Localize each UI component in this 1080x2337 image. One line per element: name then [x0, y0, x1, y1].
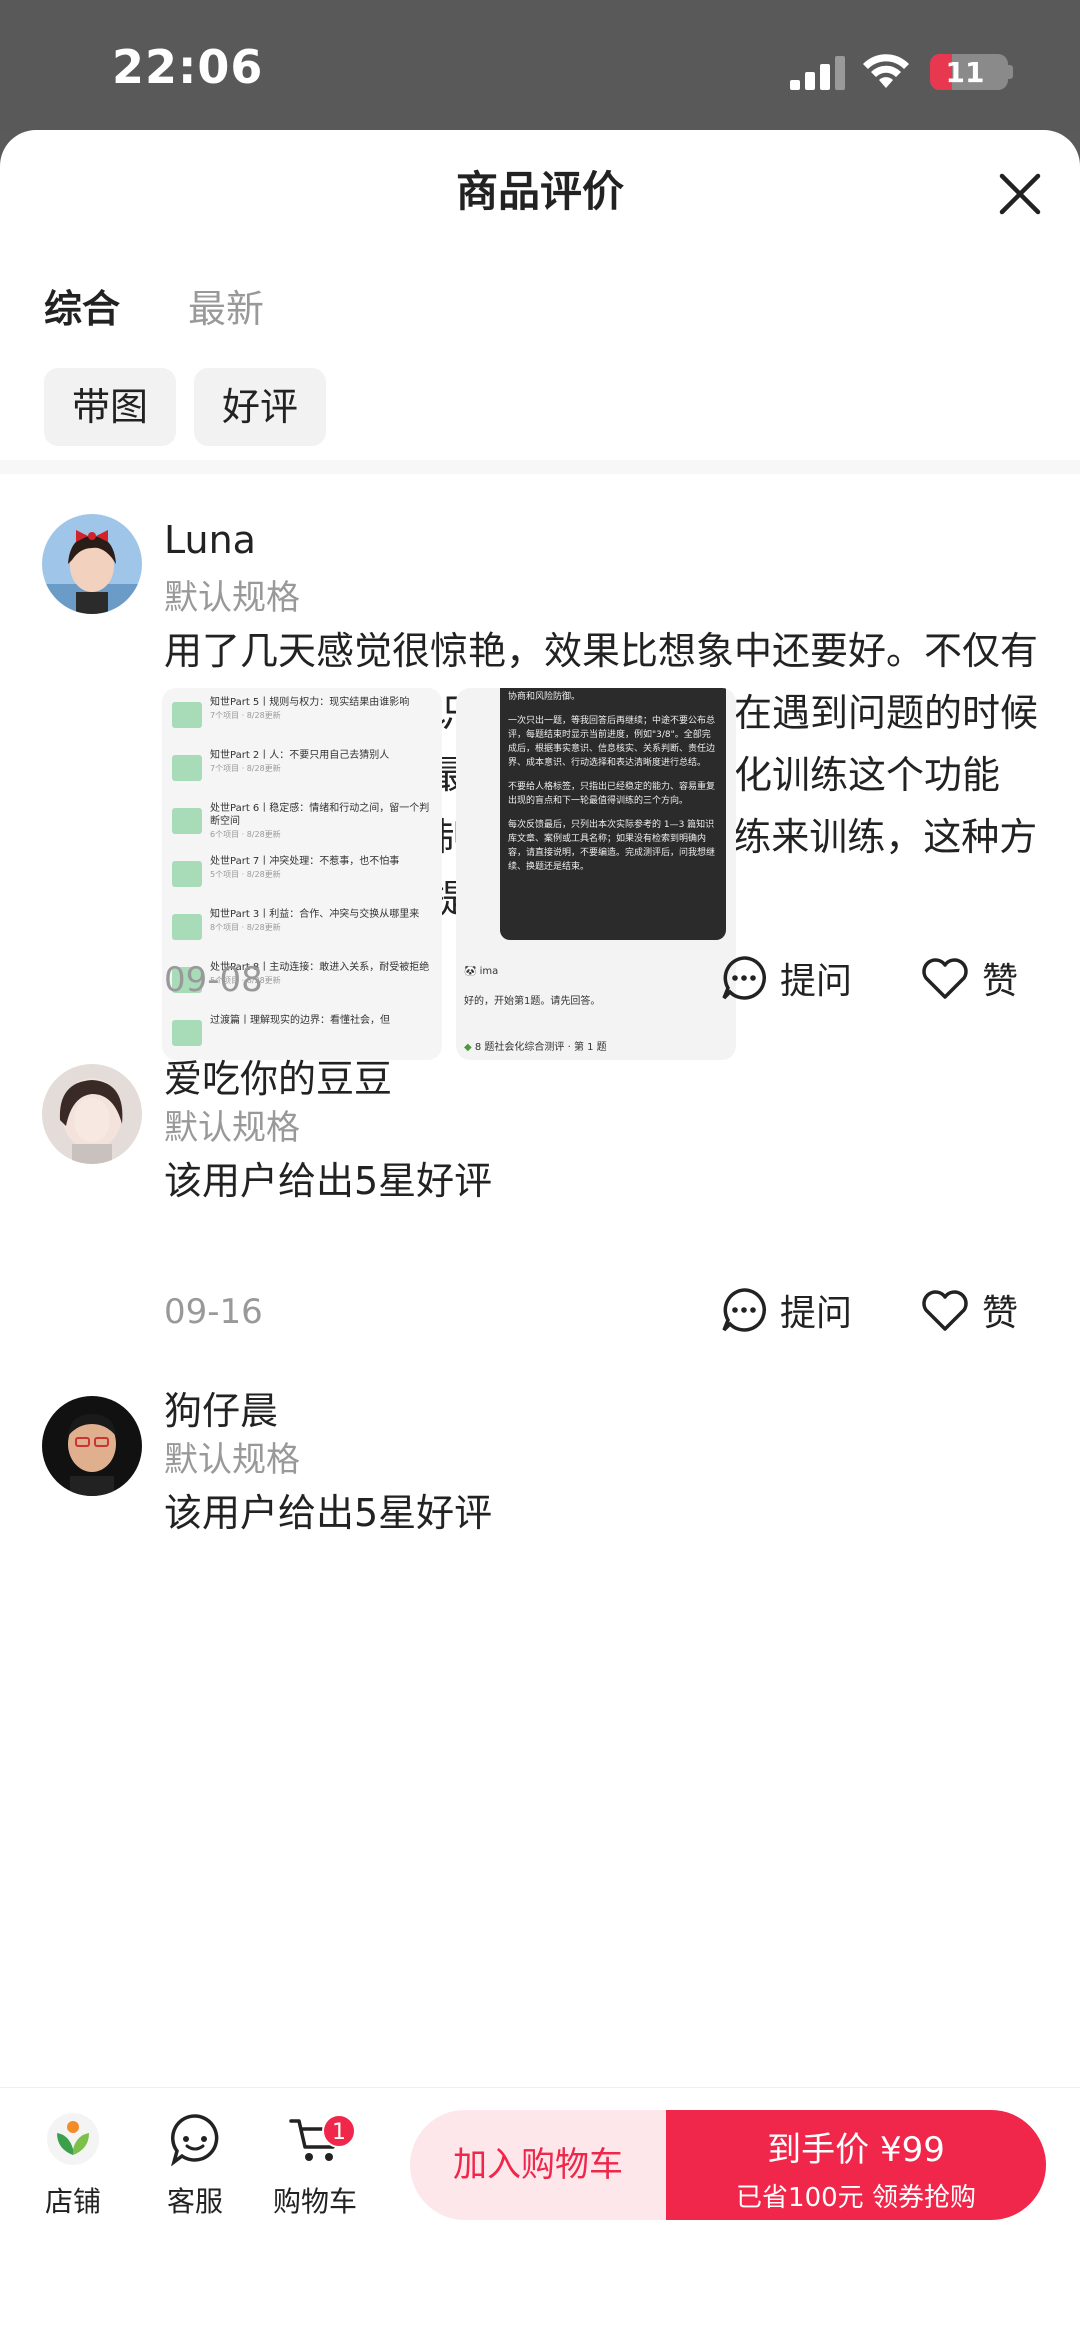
coupon-hint: 已省100元 领券抢购: [736, 2183, 976, 2213]
chat-text-p2: 不要给人格标签，只指出已经稳定的能力、容易重复出现的盲点和下一轮最值得训练的三个…: [508, 782, 716, 806]
folder-meta: 7个项目 · 8/28更新: [210, 711, 281, 720]
bot-name: ima: [479, 966, 499, 977]
close-icon[interactable]: [992, 166, 1048, 222]
cart-badge: 1: [322, 2114, 356, 2148]
customer-service-button[interactable]: 客服: [140, 2108, 250, 2220]
status-bar: 22:06 11: [0, 0, 1080, 130]
ask-label: 提问: [780, 961, 853, 1002]
chat-text-p1: 一次只出一题，等我回答后再继续；中途不要公布总评，每题结束时显示当前进度，例如"…: [508, 716, 716, 768]
status-time: 22:06: [112, 40, 264, 94]
bot-icon: 🐼: [464, 966, 477, 977]
final-price: 到手价 ¥99: [767, 2130, 945, 2170]
product-spec: 默认规格: [164, 578, 300, 618]
review-text: 该用户给出5星好评: [164, 1159, 493, 1203]
filter-positive[interactable]: 好评: [194, 368, 326, 446]
page-title: 商品评价: [455, 167, 624, 216]
folder-meta: 5个项目 · 8/28更新: [210, 870, 281, 879]
folder-row: 知世Part 2丨人：不要只用自己去猜别人 7个项目 · 8/28更新: [172, 749, 432, 799]
filter-with-images[interactable]: 带图: [44, 368, 176, 446]
bot-reply: 好的，开始第1题。请先回答。: [464, 996, 601, 1007]
folder-title: 过渡篇丨理解现实的边界：看懂社会，但: [210, 1015, 390, 1026]
wifi-icon: [863, 54, 909, 88]
folder-icon: [172, 755, 202, 781]
folder-icon: [172, 1020, 202, 1046]
folder-icon: [172, 702, 202, 728]
folder-row: 知世Part 3丨利益：合作、冲突与交换从哪里来 8个项目 · 8/28更新: [172, 908, 432, 958]
username: 爱吃你的豆豆: [164, 1057, 393, 1101]
cart-button[interactable]: 购物车 1: [260, 2108, 370, 2220]
folder-row: 处世Part 7丨冲突处理：不惹事，也不怕事 5个项目 · 8/28更新: [172, 855, 432, 905]
like-label: 赞: [982, 961, 1019, 1002]
chat-bubble-icon: [722, 956, 767, 1000]
like-button[interactable]: 赞: [920, 1284, 1018, 1336]
folder-title: 知世Part 3丨利益：合作、冲突与交换从哪里来: [210, 909, 420, 920]
folder-row: 知世Part 5丨规则与权力：现实结果由谁影响 7个项目 · 8/28更新: [172, 696, 432, 746]
chat-bubble-icon: [722, 1288, 767, 1332]
review-date: 09-16: [164, 1292, 263, 1332]
buy-now-button[interactable]: 到手价 ¥99 已省100元 领券抢购: [666, 2110, 1046, 2220]
reviews-sheet: 商品评价 综合 最新 带图 好评 Luna 默认规格 用了几天感觉很惊艳，效果比…: [0, 130, 1080, 2337]
like-button[interactable]: 赞: [920, 952, 1018, 1004]
store-label: 店铺: [44, 2185, 101, 2218]
ask-label: 提问: [780, 1293, 853, 1334]
cart-label: 购物车: [272, 2185, 357, 2218]
folder-title: 处世Part 7丨冲突处理：不惹事，也不怕事: [210, 856, 400, 867]
service-label: 客服: [166, 2185, 223, 2218]
chat-footer: 8 题社会化综合测评 · 第 1 题: [474, 1042, 607, 1053]
product-spec: 默认规格: [164, 1108, 300, 1148]
bottom-action-bar: 店铺 客服 购物车 1 加入购物车 到手价 ¥99 已省100元 领券抢购: [0, 2087, 1080, 2337]
username: 狗仔晨: [164, 1389, 279, 1433]
divider: [0, 460, 1080, 474]
review-text: 该用户给出5星好评: [164, 1491, 493, 1535]
battery-icon: 11: [930, 54, 1008, 90]
avatar[interactable]: [42, 514, 142, 614]
heart-icon: [922, 1290, 968, 1331]
puzzle-icon: ◆: [464, 1042, 472, 1053]
review-image-knowledge-list[interactable]: 知世Part 5丨规则与权力：现实结果由谁影响 7个项目 · 8/28更新 知世Pa…: [162, 688, 442, 1060]
avatar[interactable]: [42, 1396, 142, 1496]
folder-title: 知世Part 2丨人：不要只用自己去猜别人: [210, 750, 390, 761]
avatar[interactable]: [42, 1064, 142, 1164]
add-to-cart-button[interactable]: 加入购物车: [410, 2110, 666, 2220]
folder-title: 处世Part 6丨稳定感：情绪和行动之间，留一个判断空间: [210, 803, 430, 827]
folder-row: 处世Part 6丨稳定感：情绪和行动之间，留一个判断空间 6个项目 · 8/28更…: [172, 802, 432, 852]
folder-title: 知世Part 5丨规则与权力：现实结果由谁影响: [210, 697, 410, 708]
chat-text-top: 协商和风险防御。: [508, 692, 581, 702]
signal-icon: [790, 56, 845, 90]
folder-icon: [172, 914, 202, 940]
chat-service-icon: [171, 2114, 219, 2166]
ask-button[interactable]: 提问: [720, 952, 852, 1004]
battery-level: 11: [945, 56, 985, 89]
folder-meta: 8个项目 · 8/28更新: [210, 923, 281, 932]
chat-text-p3: 每次反馈最后，只列出本次实际参考的 1—3 篇知识库文章、案例或工具名称；如果没…: [508, 820, 716, 872]
ask-button[interactable]: 提问: [720, 1284, 852, 1336]
review-image-chat[interactable]: 协商和风险防御。 一次只出一题，等我回答后再继续；中途不要公布总评，每题结束时显…: [456, 688, 736, 1060]
username: Luna: [164, 518, 256, 562]
folder-meta: 7个项目 · 8/28更新: [210, 764, 281, 773]
like-label: 赞: [982, 1293, 1019, 1334]
folder-icon: [172, 861, 202, 887]
product-spec: 默认规格: [164, 1440, 300, 1480]
store-button[interactable]: 店铺: [18, 2108, 128, 2220]
review-date: 09-08: [164, 960, 263, 1000]
tab-latest[interactable]: 最新: [188, 278, 264, 333]
folder-meta: 6个项目 · 8/28更新: [210, 830, 281, 839]
folder-icon: [172, 808, 202, 834]
heart-icon: [922, 958, 968, 999]
tab-comprehensive[interactable]: 综合: [44, 278, 120, 333]
store-logo-icon: [47, 2113, 99, 2165]
